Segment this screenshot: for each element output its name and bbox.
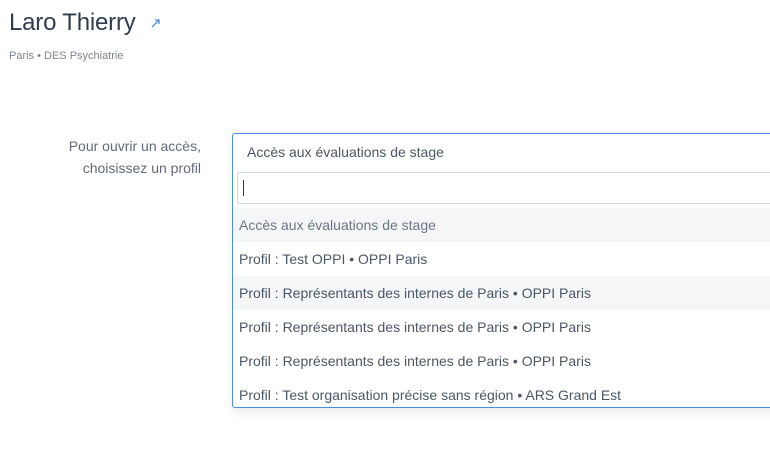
options-list: Accès aux évaluations de stage Profil : …: [233, 208, 770, 412]
search-input[interactable]: [237, 172, 770, 204]
option-item[interactable]: Profil : Test OPPI • OPPI Paris: [233, 242, 770, 276]
page-title: Laro Thierry: [9, 9, 136, 36]
option-item[interactable]: Accès aux évaluations de stage: [233, 208, 770, 242]
option-item[interactable]: Profil : Représentants des internes de P…: [233, 344, 770, 378]
profile-label: Pour ouvrir un accès, choisissez un prof…: [21, 135, 201, 179]
text-caret: [243, 180, 244, 196]
profile-select-value[interactable]: Accès aux évaluations de stage: [247, 144, 444, 160]
profile-label-line2: choisissez un profil: [82, 160, 201, 176]
page: Laro Thierry Paris • DES Psychiatrie Pou…: [0, 0, 770, 471]
option-item[interactable]: Profil : Représentants des internes de P…: [233, 276, 770, 310]
profile-select[interactable]: Accès aux évaluations de stage Accès aux…: [232, 133, 770, 408]
profile-label-line1: Pour ouvrir un accès,: [68, 138, 201, 154]
page-subtitle: Paris • DES Psychiatrie: [9, 50, 124, 62]
option-item[interactable]: Profil : Test organisation précise sans …: [233, 378, 770, 412]
external-link-icon[interactable]: [149, 16, 163, 30]
option-item[interactable]: Profil : Représentants des internes de P…: [233, 310, 770, 344]
